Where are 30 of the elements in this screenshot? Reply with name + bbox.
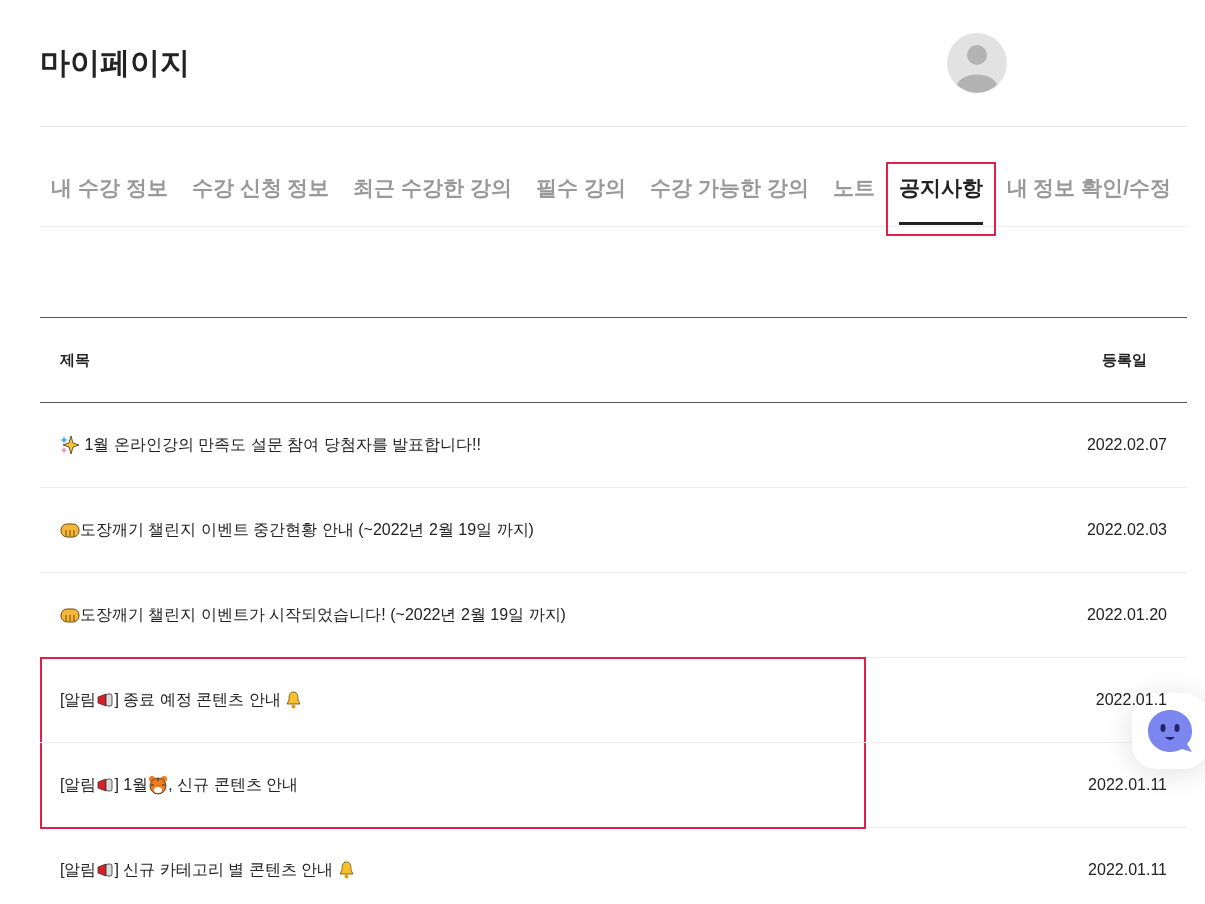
notice-title[interactable]: [알림	[60, 859, 97, 881]
column-header: 제목	[60, 350, 90, 370]
date-text: 2022.01.1	[1095, 691, 1167, 709]
date-text: 2022.01.11	[1088, 776, 1167, 794]
date-text: 2022.01.11	[1088, 861, 1167, 879]
notice-title[interactable]: , 신규 콘텐츠 안내	[168, 774, 299, 796]
page-title: 마이페이지	[40, 44, 190, 81]
nav-tab[interactable]: 공지사항	[887, 164, 994, 234]
sparkles-icon	[60, 435, 80, 455]
date-text: 2022.02.07	[1086, 436, 1167, 454]
notice-title[interactable]: [알림	[60, 689, 97, 711]
notice-title[interactable]: [알림	[60, 774, 97, 796]
date-text: 2022.01.20	[1086, 606, 1167, 624]
fist-icon	[60, 521, 80, 539]
column-header: 등록일	[1102, 350, 1147, 370]
bell-icon	[285, 691, 303, 709]
tiger-icon	[148, 775, 169, 795]
notice-title[interactable]: ] 종료 예정 콘텐츠 안내	[114, 689, 286, 711]
megaphone-icon	[96, 693, 115, 707]
date-text: 2022.02.03	[1086, 521, 1167, 539]
notice-title[interactable]: 도장깨기 챌린지 이벤트가 시작되었습니다! (~2022년 2월 19일 까지)	[80, 604, 566, 626]
fist-icon	[60, 606, 80, 624]
notice-title[interactable]: ] 1월	[114, 774, 149, 796]
notice-title[interactable]: 도장깨기 챌린지 이벤트 중간현황 안내 (~2022년 2월 19일 까지)	[80, 519, 534, 541]
megaphone-icon	[96, 863, 115, 877]
notice-title[interactable]: ] 신규 카테고리 별 콘텐츠 안내	[114, 859, 338, 881]
megaphone-icon	[96, 778, 115, 792]
notice-title[interactable]: 1월 온라인강의 만족도 설문 참여 당첨자를 발표합니다!!	[80, 434, 481, 456]
bell-icon	[337, 861, 355, 879]
chat-bubble-icon	[1146, 708, 1194, 754]
